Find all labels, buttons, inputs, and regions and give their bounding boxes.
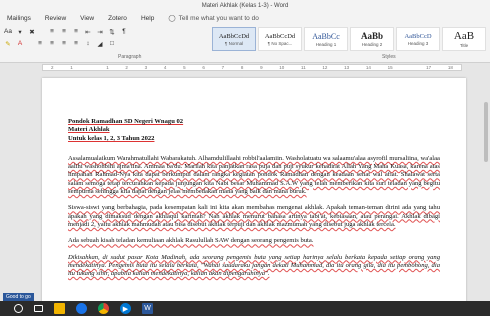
ruler-tick: 11 xyxy=(301,65,306,70)
highlight-color-icon[interactable]: ✎ xyxy=(4,39,12,48)
align-center-icon[interactable]: ≡ xyxy=(48,39,56,48)
ruler-tick: 8 xyxy=(240,65,244,70)
bullets-icon[interactable]: ≡ xyxy=(48,27,56,36)
paragraph-story-intro: Ada sebuah kisah teladan kemuliaan akhla… xyxy=(68,237,314,245)
horizontal-ruler[interactable]: 2 1 1 2 3 4 5 6 7 8 9 10 11 12 13 14 15 17 18 xyxy=(0,63,490,72)
shading-icon[interactable]: ◢ xyxy=(96,39,104,48)
tell-me-box[interactable]: ◯ Tell me what you want to do xyxy=(161,14,266,23)
font-size-decrease-icon[interactable]: ▾ xyxy=(16,27,24,36)
ruler-strip: 2 1 1 2 3 4 5 6 7 8 9 10 11 12 13 14 15 17 18 xyxy=(42,64,462,71)
font-row-1: Aa ▾ ✖ ≡ ≡ ≡ ⇤ ⇥ ⇅ ¶ xyxy=(4,27,128,36)
ruler-tick: 4 xyxy=(163,65,167,70)
ruler-tick: 9 xyxy=(260,65,263,70)
ruler-tick: 1 xyxy=(70,65,73,70)
style-name: ¶ No Spac... xyxy=(267,40,293,46)
style-no-spacing[interactable]: AaBbCcDd ¶ No Spac... xyxy=(258,27,302,51)
style-sample: AaBbCc xyxy=(312,31,340,41)
style-sample: AaBbCcDd xyxy=(218,32,250,40)
decrease-indent-icon[interactable]: ⇤ xyxy=(84,27,92,36)
document-workspace: Pondok Ramadhan SD Negeri Wnagu 02 Mater… xyxy=(0,72,490,301)
vertical-scrollbar[interactable] xyxy=(482,72,490,301)
ruler-tick: 2 xyxy=(125,65,128,70)
ruler-tick: 2 xyxy=(51,65,54,70)
word-icon[interactable]: W xyxy=(142,303,153,314)
style-sample: AaBbCcD xyxy=(404,32,432,40)
doc-heading-2: Materi Akhlak xyxy=(68,126,110,134)
window-title: Materi Akhlak (Kelas 1-3) - Word xyxy=(0,0,490,12)
media-icon[interactable]: ▶ xyxy=(120,303,131,314)
clear-formatting-icon[interactable]: ✖ xyxy=(28,27,36,36)
doc-heading-1: Pondok Ramadhan SD Negeri Wnagu 02 xyxy=(68,118,184,125)
paragraph-story: Dikisahkan, di sudut pasar Kota Madinah,… xyxy=(68,253,440,278)
ruler-tick: 13 xyxy=(344,65,350,70)
sort-icon[interactable]: ⇅ xyxy=(108,27,116,36)
style-sample: AaBbCcDd xyxy=(264,32,296,40)
menu-view[interactable]: View xyxy=(73,15,101,22)
ruler-tick: 3 xyxy=(144,65,148,70)
menu-mailings[interactable]: Mailings xyxy=(0,15,38,22)
ruler-tick: 6 xyxy=(202,65,205,70)
task-view-icon[interactable] xyxy=(34,305,43,312)
ruler-tick: 1 xyxy=(106,65,109,70)
show-marks-icon[interactable]: ¶ xyxy=(120,27,128,36)
ruler-tick: 5 xyxy=(183,65,186,70)
borders-icon[interactable]: □ xyxy=(108,39,116,48)
numbering-icon[interactable]: ≡ xyxy=(60,27,68,36)
increase-indent-icon[interactable]: ⇥ xyxy=(96,27,104,36)
font-row-2: ✎ A ≡ ≡ ≡ ≡ ↕ ◢ □ xyxy=(4,39,116,48)
style-heading-3[interactable]: AaBbCcD Heading 3 xyxy=(396,27,440,51)
style-name: Title xyxy=(459,43,469,48)
align-right-icon[interactable]: ≡ xyxy=(60,39,68,48)
menu-zotero[interactable]: Zotero xyxy=(101,15,134,22)
style-name: ¶ Normal xyxy=(224,40,244,46)
change-case-button[interactable]: Aa xyxy=(4,27,12,36)
styles-group-label: Styles xyxy=(382,54,396,60)
paragraph-group-label: Paragraph xyxy=(118,54,142,60)
ruler-tick: 17 xyxy=(426,65,432,70)
ruler-tick: 10 xyxy=(279,65,285,70)
multilevel-list-icon[interactable]: ≡ xyxy=(72,27,80,36)
paragraph-greeting: Assalamualaikum Warahmatullahi Wabarakat… xyxy=(68,154,440,196)
style-heading-1[interactable]: AaBbCc Heading 1 xyxy=(304,27,348,51)
style-heading-2[interactable]: AaBb Heading 2 xyxy=(350,27,394,51)
chrome-icon[interactable] xyxy=(98,303,109,314)
style-name: Heading 2 xyxy=(361,42,383,47)
ruler-tick: 18 xyxy=(447,65,453,70)
ruler-tick: 15 xyxy=(387,65,393,70)
status-text: Good to go xyxy=(3,293,34,301)
paragraph-akhlak: Siswa-siswi yang berbahagia, pada kesemp… xyxy=(68,204,440,228)
menu-help[interactable]: Help xyxy=(134,15,161,22)
tell-me-text: Tell me what you want to do xyxy=(178,14,259,22)
file-explorer-icon[interactable] xyxy=(54,303,65,314)
ruler-tick: 14 xyxy=(365,65,371,70)
ruler-tick: 12 xyxy=(322,65,328,70)
style-sample: AaB xyxy=(453,30,475,42)
lightbulb-icon: ◯ xyxy=(168,15,176,22)
align-left-icon[interactable]: ≡ xyxy=(36,39,44,48)
browser-icon[interactable] xyxy=(76,303,87,314)
style-name: Heading 1 xyxy=(315,41,337,47)
font-color-icon[interactable]: A xyxy=(16,39,24,48)
justify-icon[interactable]: ≡ xyxy=(72,39,80,48)
scrollbar-thumb[interactable] xyxy=(484,102,488,162)
style-normal[interactable]: AaBbCcDd ¶ Normal xyxy=(212,27,256,51)
style-name: Heading 3 xyxy=(407,40,429,46)
search-icon[interactable] xyxy=(14,304,23,313)
styles-gallery: AaBbCcDd ¶ Normal AaBbCcDd ¶ No Spac... … xyxy=(212,27,486,51)
style-sample: AaBb xyxy=(360,31,383,41)
document-page[interactable]: Pondok Ramadhan SD Negeri Wnagu 02 Mater… xyxy=(42,78,466,301)
style-title[interactable]: AaB Title xyxy=(442,27,486,51)
taskbar: ▶ W xyxy=(0,301,490,316)
menu-bar: Mailings Review View Zotero Help ◯ Tell … xyxy=(0,12,490,24)
ruler-tick: 7 xyxy=(221,65,225,70)
menu-review[interactable]: Review xyxy=(38,15,73,22)
ribbon: Aa ▾ ✖ ≡ ≡ ≡ ⇤ ⇥ ⇅ ¶ ✎ A ≡ ≡ ≡ ≡ ↕ ◢ □ P… xyxy=(0,24,490,63)
doc-heading-3: Untuk kelas 1, 2, 3 Tahun 2022 xyxy=(68,134,155,142)
line-spacing-icon[interactable]: ↕ xyxy=(84,39,92,48)
